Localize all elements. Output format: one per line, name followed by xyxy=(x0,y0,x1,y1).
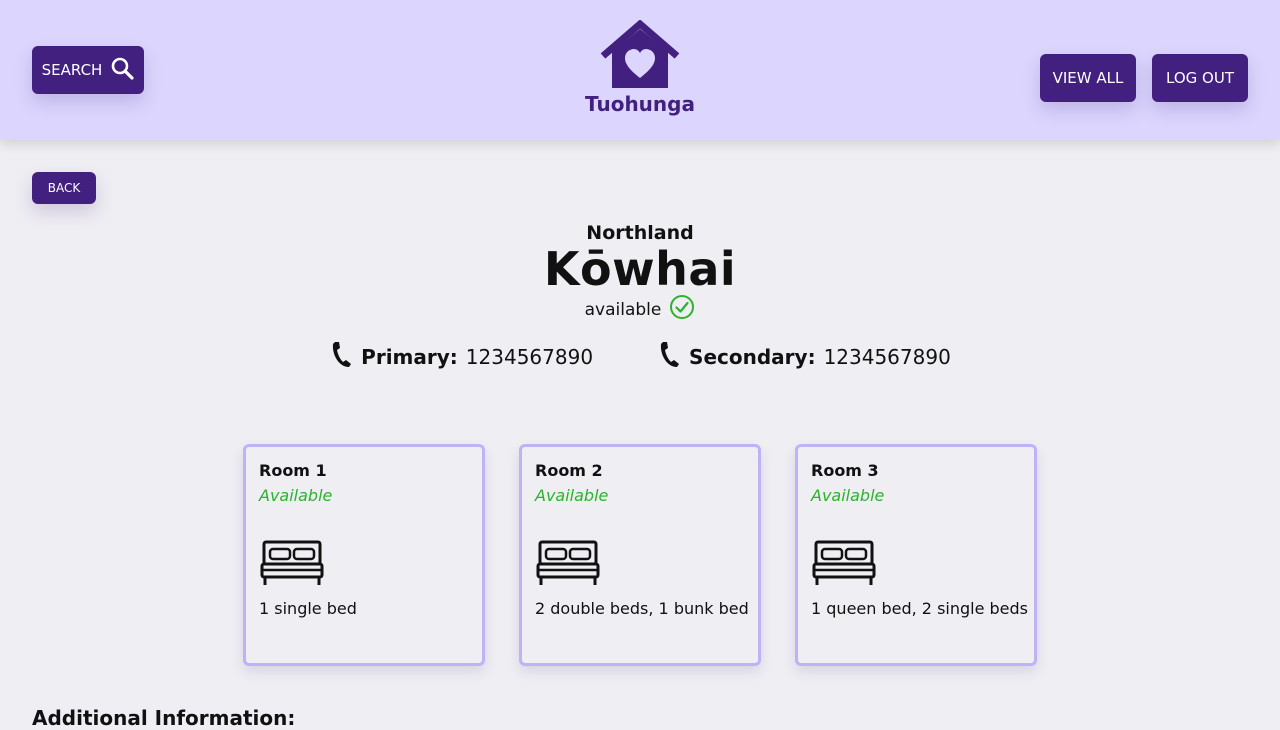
secondary-label: Secondary: xyxy=(689,344,816,369)
room-title: Room 2 xyxy=(535,461,603,480)
logo[interactable]: Tuohunga xyxy=(580,20,700,124)
search-icon xyxy=(110,56,134,84)
room-card[interactable]: Room 2 Available 2 double beds, 1 bunk b… xyxy=(519,444,761,666)
header: SEARCH Tuohunga VIEW ALL LOG OUT xyxy=(0,0,1280,140)
room-card[interactable]: Room 3 Available 1 queen bed, 2 single b… xyxy=(795,444,1037,666)
bed-icon xyxy=(812,539,876,591)
primary-phone[interactable]: Primary: 1234567890 xyxy=(329,340,593,373)
bed-icon xyxy=(536,539,600,591)
secondary-value: 1234567890 xyxy=(823,344,951,369)
room-title: Room 3 xyxy=(811,461,879,480)
additional-info-heading: Additional Information: xyxy=(32,706,296,730)
search-button[interactable]: SEARCH xyxy=(32,46,144,94)
view-all-button[interactable]: VIEW ALL xyxy=(1040,54,1136,102)
phone-numbers: Primary: 1234567890 Secondary: 123456789… xyxy=(0,340,1280,373)
log-out-button[interactable]: LOG OUT xyxy=(1152,54,1248,102)
room-beds: 1 single bed xyxy=(259,599,357,618)
room-status: Available xyxy=(535,486,609,505)
room-card[interactable]: Room 1 Available 1 single bed xyxy=(243,444,485,666)
bed-icon xyxy=(260,539,324,591)
house-heart-logo-icon xyxy=(580,20,700,88)
property-status: available xyxy=(0,294,1280,325)
property-region: Northland xyxy=(586,222,694,244)
room-beds: 2 double beds, 1 bunk bed xyxy=(535,599,749,618)
primary-label: Primary: xyxy=(361,344,458,369)
primary-value: 1234567890 xyxy=(465,344,594,369)
search-label: SEARCH xyxy=(41,61,103,79)
logo-text: Tuohunga xyxy=(585,92,695,116)
room-status: Available xyxy=(259,486,333,505)
secondary-phone[interactable]: Secondary: 1234567890 xyxy=(657,340,951,373)
back-button[interactable]: BACK xyxy=(32,172,96,204)
phone-icon xyxy=(657,340,681,373)
rooms-list: Room 1 Available 1 single bed Room 2 Ava… xyxy=(243,444,1037,666)
room-title: Room 1 xyxy=(259,461,327,480)
room-status: Available xyxy=(811,486,885,505)
check-circle-icon xyxy=(669,294,695,325)
status-text: available xyxy=(584,299,662,320)
room-beds: 1 queen bed, 2 single beds xyxy=(811,599,1029,618)
phone-icon xyxy=(329,340,353,373)
property-name: Kōwhai xyxy=(543,242,737,296)
